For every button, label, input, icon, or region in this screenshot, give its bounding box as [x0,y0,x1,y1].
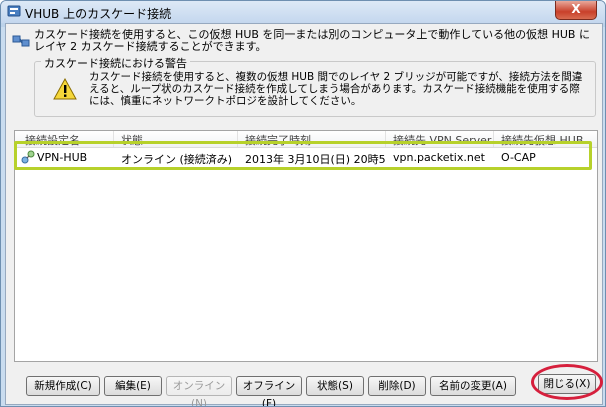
close-button-annotation [531,364,603,400]
new-button[interactable]: 新規作成(C) [26,376,100,396]
edit-button[interactable]: 編集(E) [104,376,162,396]
cascade-info-icon [12,35,30,47]
online-button[interactable]: オンライン(N) [166,376,232,406]
app-icon [7,5,21,17]
dialog-body: カスケード接続を使用すると、この仮想 HUB を同一または別のコンピュータ上で動… [5,23,603,406]
warning-icon [53,78,77,100]
delete-button[interactable]: 削除(D) [368,376,426,396]
offline-button[interactable]: オフライン(F) [236,376,302,406]
warning-group: カスケード接続における警告 カスケード接続を使用すると、複数の仮想 HUB 間で… [34,55,596,117]
warning-text: カスケード接続を使用すると、複数の仮想 HUB 間でのレイヤ 2 ブリッジが可能… [89,71,583,107]
cascade-window: VHUB 上のカスケード接続 X カスケード接続を使用すると、この仮想 HUB … [0,0,606,407]
info-text: カスケード接続を使用すると、この仮想 HUB を同一または別のコンピュータ上で動… [34,28,590,53]
rename-button[interactable]: 名前の変更(A) [430,376,516,396]
title-bar[interactable]: VHUB 上のカスケード接続 X [1,1,605,23]
status-button[interactable]: 状態(S) [306,376,364,396]
warning-group-label: カスケード接続における警告 [41,55,190,71]
window-title: VHUB 上のカスケード接続 [25,7,172,21]
row-highlight-annotation [14,141,592,170]
window-close-button[interactable]: X [555,1,597,20]
